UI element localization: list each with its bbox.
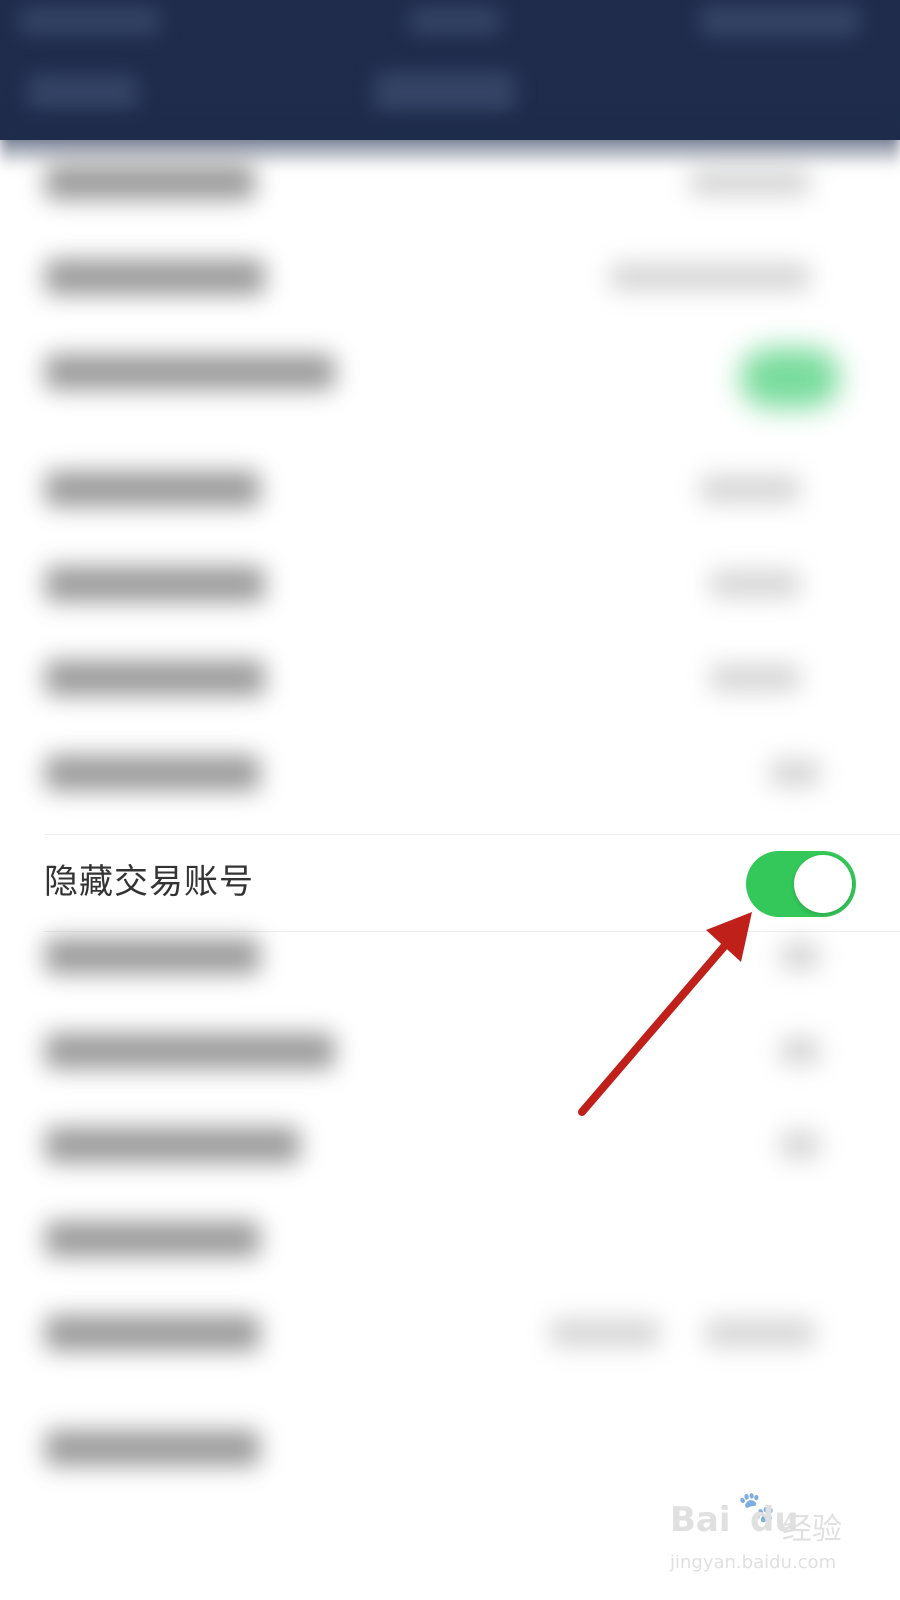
row-label-blur bbox=[45, 1033, 335, 1069]
toggle-knob bbox=[794, 855, 852, 913]
page-title-blur bbox=[375, 72, 515, 112]
settings-row[interactable] bbox=[0, 326, 900, 421]
row-label-blur bbox=[45, 259, 265, 295]
settings-row[interactable] bbox=[0, 538, 900, 633]
settings-row[interactable] bbox=[0, 1193, 900, 1288]
row-label-blur bbox=[45, 755, 260, 791]
setting-label: 隐藏交易账号 bbox=[44, 862, 254, 902]
row-value-blur bbox=[770, 759, 820, 787]
row-label-blur bbox=[45, 471, 260, 507]
settings-row[interactable] bbox=[0, 910, 900, 1005]
watermark-url: jingyan.baidu.com bbox=[670, 1552, 837, 1573]
settings-row[interactable] bbox=[0, 1005, 900, 1100]
row-label-blur bbox=[45, 1221, 260, 1257]
row-value-blur bbox=[780, 1131, 820, 1159]
settings-row[interactable] bbox=[0, 1099, 900, 1194]
settings-row[interactable] bbox=[0, 1287, 900, 1382]
watermark-brand-cn: 经验 bbox=[782, 1512, 842, 1547]
row-value-blur bbox=[710, 664, 800, 692]
row-label-blur bbox=[45, 566, 265, 602]
row-value-blur bbox=[780, 1037, 820, 1065]
row-value-blur bbox=[690, 168, 810, 196]
row-value-blur bbox=[550, 1319, 660, 1347]
settings-row[interactable] bbox=[0, 231, 900, 326]
row-label-blur bbox=[45, 354, 335, 390]
row-value-blur bbox=[705, 1319, 815, 1347]
status-bar-right-blur bbox=[700, 6, 860, 36]
settings-row[interactable] bbox=[0, 443, 900, 538]
watermark-logo: Bai bbox=[670, 1500, 731, 1540]
status-bar-left-blur bbox=[20, 8, 160, 34]
settings-row[interactable] bbox=[0, 632, 900, 727]
row-divider bbox=[44, 834, 900, 835]
settings-row[interactable] bbox=[0, 727, 900, 822]
row-label-blur bbox=[45, 164, 255, 200]
back-button-blur[interactable] bbox=[28, 75, 138, 109]
row-label-blur bbox=[45, 1315, 260, 1351]
row-value-blur bbox=[710, 570, 800, 598]
row-label-blur bbox=[45, 660, 265, 696]
baidu-watermark: Bai 🐾 du 经验 jingyan.baidu.com bbox=[670, 1490, 860, 1590]
row-label-blur bbox=[45, 1430, 260, 1466]
row-label-blur bbox=[45, 938, 260, 974]
status-bar-center-blur bbox=[410, 8, 500, 34]
row-value-blur bbox=[610, 263, 810, 291]
settings-row[interactable] bbox=[0, 1402, 900, 1497]
settings-row[interactable] bbox=[0, 136, 900, 231]
row-toggle-blur[interactable] bbox=[740, 348, 840, 408]
row-value-blur bbox=[780, 942, 820, 970]
toggle-switch[interactable] bbox=[746, 851, 856, 917]
row-label-blur bbox=[45, 1127, 300, 1163]
row-value-blur bbox=[700, 475, 800, 503]
